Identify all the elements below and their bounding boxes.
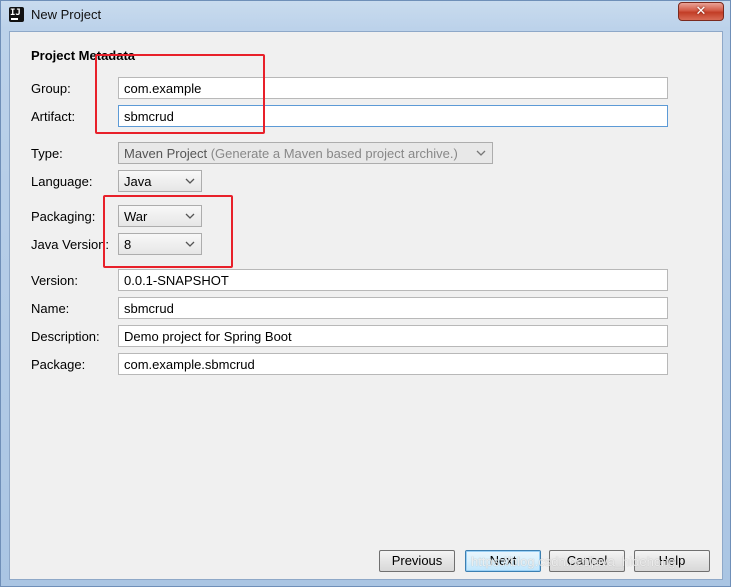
java-version-select-value: 8 [124, 237, 132, 252]
previous-button[interactable]: Previous [379, 550, 455, 572]
java-version-select[interactable]: 8 [118, 233, 202, 255]
chevron-down-icon [185, 241, 195, 247]
group-field[interactable]: com.example [118, 77, 668, 99]
version-field[interactable]: 0.0.1-SNAPSHOT [118, 269, 668, 291]
new-project-dialog: IJ New Project ✕ Project Metadata Group:… [0, 0, 731, 587]
section-title: Project Metadata [31, 48, 136, 63]
intellij-idea-icon: IJ [9, 7, 24, 22]
group-label: Group: [31, 81, 71, 96]
description-field[interactable]: Demo project for Spring Boot [118, 325, 668, 347]
type-select-value: Maven Project [124, 146, 208, 161]
close-button[interactable]: ✕ [678, 2, 724, 21]
language-select-value: Java [124, 174, 152, 189]
window-title: New Project [31, 7, 102, 22]
chevron-down-icon [185, 178, 195, 184]
name-field[interactable]: sbmcrud [118, 297, 668, 319]
artifact-field[interactable]: sbmcrud [118, 105, 668, 127]
language-label: Language: [31, 174, 93, 189]
language-select[interactable]: Java [118, 170, 202, 192]
packaging-label: Packaging: [31, 209, 96, 224]
package-field[interactable]: com.example.sbmcrud [118, 353, 668, 375]
packaging-select[interactable]: War [118, 205, 202, 227]
chevron-down-icon [185, 213, 195, 219]
app-icon-bar [11, 18, 18, 20]
type-select-hint: (Generate a Maven based project archive.… [210, 146, 458, 161]
packaging-select-value: War [124, 209, 148, 224]
chevron-down-icon [476, 150, 486, 156]
name-label: Name: [31, 301, 70, 316]
dialog-content: Project Metadata Group: com.example Arti… [9, 31, 723, 580]
version-label: Version: [31, 273, 78, 288]
type-label: Type: [31, 146, 63, 161]
title-bar[interactable]: IJ New Project ✕ [1, 1, 730, 31]
type-select[interactable]: Maven Project (Generate a Maven based pr… [118, 142, 493, 164]
java-version-label: Java Version: [31, 237, 110, 252]
close-icon: ✕ [695, 4, 707, 19]
watermark: https://blog.csdn.net/java_hidehong [471, 554, 676, 569]
artifact-label: Artifact: [31, 109, 76, 124]
package-label: Package: [31, 357, 86, 372]
description-label: Description: [31, 329, 100, 344]
